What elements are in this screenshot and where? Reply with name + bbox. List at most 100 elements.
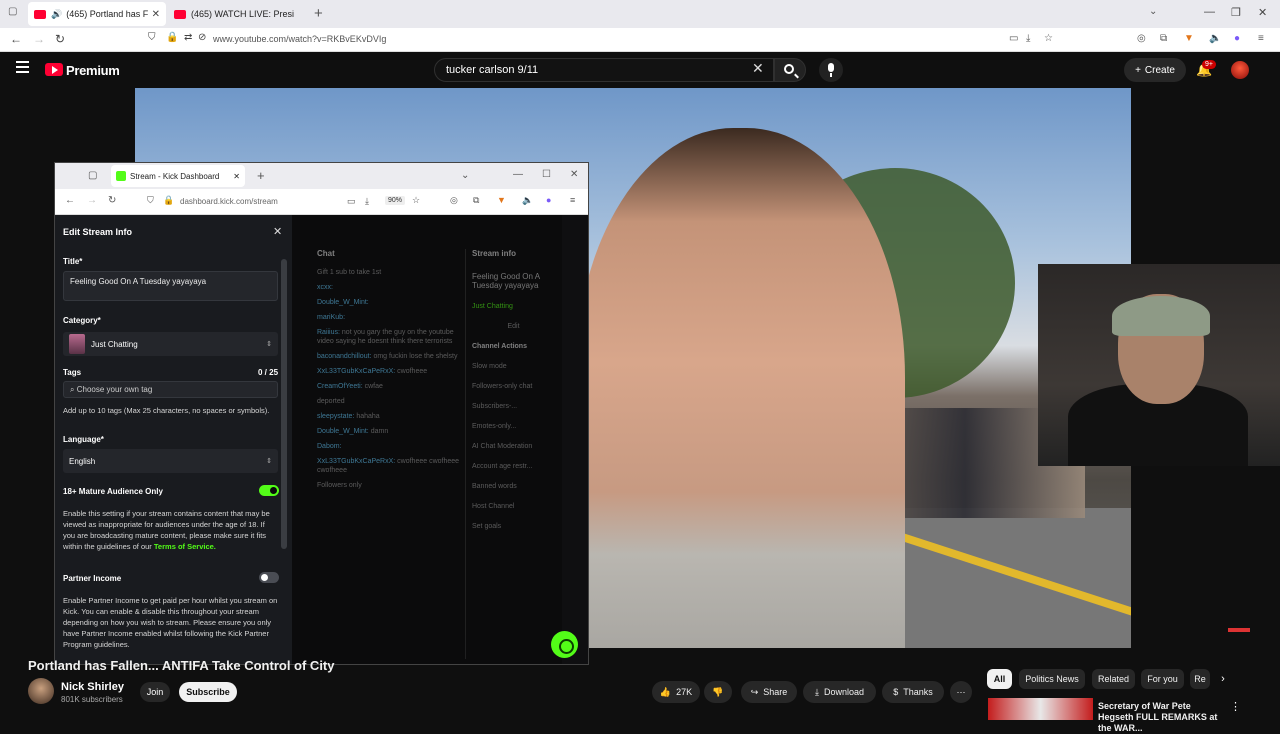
- action-set-goals[interactable]: Set goals: [472, 523, 555, 530]
- menu-icon[interactable]: ≡: [1258, 33, 1264, 44]
- subscribe-button[interactable]: Subscribe: [179, 682, 237, 702]
- chip-related[interactable]: Related: [1092, 669, 1135, 689]
- more-icon[interactable]: ⋮: [1230, 700, 1241, 713]
- account-icon[interactable]: ◎: [450, 195, 458, 206]
- more-actions-button[interactable]: ⋯: [950, 681, 972, 703]
- save-icon[interactable]: ⤓: [365, 196, 369, 207]
- recommended-title[interactable]: Secretary of War Pete Hegseth FULL REMAR…: [1098, 701, 1222, 734]
- reload-icon[interactable]: ↻: [108, 195, 116, 206]
- tracking-icon[interactable]: ⊘: [198, 32, 206, 43]
- restore-icon[interactable]: ❐: [1231, 6, 1241, 19]
- close-window-icon[interactable]: ✕: [1258, 6, 1267, 19]
- chip-all[interactable]: All: [987, 669, 1012, 689]
- account-icon[interactable]: ◎: [1137, 33, 1146, 44]
- mature-toggle[interactable]: [259, 485, 279, 496]
- search-box[interactable]: [434, 58, 774, 82]
- tab-list-icon[interactable]: ▢: [8, 6, 17, 17]
- tab-watch-live[interactable]: (465) WATCH LIVE: President Tr...: [168, 2, 300, 26]
- extension-blob-icon[interactable]: ●: [1234, 33, 1240, 44]
- permissions-icon[interactable]: ⇄: [184, 32, 192, 43]
- kick-url-field[interactable]: dashboard.kick.com/stream: [180, 197, 278, 206]
- back-icon[interactable]: ←: [65, 195, 75, 206]
- action-slow-mode[interactable]: Slow mode: [472, 363, 555, 370]
- create-button[interactable]: + Create: [1124, 58, 1186, 82]
- chevron-down-icon[interactable]: ⌄: [1149, 6, 1157, 17]
- minimize-icon[interactable]: —: [1204, 6, 1215, 18]
- search-button[interactable]: [774, 58, 806, 82]
- extension-blob-icon[interactable]: ●: [546, 195, 551, 205]
- hamburger-menu-icon[interactable]: [16, 61, 29, 76]
- action-account-age[interactable]: Account age restr...: [472, 463, 555, 470]
- shield-icon[interactable]: ⛉: [147, 195, 154, 206]
- back-icon[interactable]: ←: [10, 32, 22, 46]
- action-host-channel[interactable]: Host Channel: [472, 503, 555, 510]
- join-button[interactable]: Join: [140, 682, 170, 702]
- forward-icon[interactable]: →: [33, 32, 45, 46]
- sound-icon[interactable]: 🔈: [1209, 33, 1221, 44]
- youtube-brand[interactable]: Premium: [66, 63, 120, 78]
- chevron-down-icon[interactable]: ⌄: [461, 170, 469, 181]
- tab-kick-dashboard[interactable]: Stream - Kick Dashboard ✕: [111, 165, 245, 187]
- reader-icon[interactable]: ▭: [347, 196, 356, 207]
- tags-input[interactable]: ⌕ Choose your own tag: [63, 381, 278, 398]
- recommended-thumbnail[interactable]: [988, 698, 1093, 720]
- extensions-icon[interactable]: ⧉: [473, 195, 479, 206]
- account-avatar[interactable]: [1231, 61, 1249, 79]
- channel-avatar[interactable]: [28, 678, 54, 704]
- thanks-button[interactable]: $ Thanks: [882, 681, 944, 703]
- youtube-logo-icon[interactable]: [45, 63, 63, 76]
- new-tab-icon[interactable]: +: [257, 168, 265, 183]
- url-field[interactable]: www.youtube.com/watch?v=RKBvEKvDVIg: [213, 34, 386, 44]
- action-ai-moderation[interactable]: AI Chat Moderation: [472, 443, 555, 450]
- share-button[interactable]: ↪ Share: [741, 681, 797, 703]
- bookmark-star-icon[interactable]: ☆: [1044, 33, 1053, 44]
- sound-icon[interactable]: 🔈: [522, 195, 533, 206]
- reload-icon[interactable]: ↻: [55, 32, 65, 46]
- close-tab-icon[interactable]: ✕: [233, 172, 240, 181]
- chip-for-you[interactable]: For you: [1141, 669, 1184, 689]
- metamask-icon[interactable]: ▼: [1184, 33, 1194, 44]
- restore-icon[interactable]: ☐: [542, 169, 551, 180]
- tab-list-icon[interactable]: ▢: [88, 170, 97, 181]
- stream-info-edit-button[interactable]: Edit: [472, 323, 555, 330]
- kick-support-button[interactable]: [551, 631, 578, 658]
- extensions-icon[interactable]: ⧉: [1160, 33, 1167, 44]
- modal-scrollbar[interactable]: [281, 259, 287, 549]
- save-icon[interactable]: ⤓: [1026, 33, 1030, 44]
- chip-recently-uploaded[interactable]: Re: [1190, 669, 1210, 689]
- dislike-button[interactable]: 👎: [704, 681, 732, 703]
- menu-icon[interactable]: ≡: [570, 195, 575, 205]
- new-tab-icon[interactable]: +: [314, 5, 323, 22]
- minimize-icon[interactable]: —: [513, 169, 523, 180]
- category-select[interactable]: Just Chatting ⇕: [63, 332, 278, 356]
- channel-name[interactable]: Nick Shirley: [61, 681, 124, 693]
- download-button[interactable]: ⤓ Download: [803, 681, 876, 703]
- like-button[interactable]: 👍 27K: [652, 681, 700, 703]
- voice-search-icon[interactable]: [819, 58, 843, 82]
- chip-politics-news[interactable]: Politics News: [1019, 669, 1085, 689]
- shield-icon[interactable]: ⛉: [148, 32, 156, 43]
- action-banned-words[interactable]: Banned words: [472, 483, 555, 490]
- metamask-icon[interactable]: ▼: [497, 195, 506, 205]
- bookmark-star-icon[interactable]: ☆: [412, 195, 420, 206]
- tab-portland[interactable]: 🔊 (465) Portland has Fallen... ✕: [28, 2, 166, 26]
- clear-search-icon[interactable]: ✕: [752, 60, 764, 77]
- close-icon[interactable]: ✕: [273, 225, 282, 238]
- lock-icon[interactable]: 🔒: [163, 195, 174, 206]
- language-select[interactable]: English ⇕: [63, 449, 278, 473]
- action-subscribers-only[interactable]: Subscribers-...: [472, 403, 555, 410]
- search-input[interactable]: [446, 64, 746, 76]
- close-tab-icon[interactable]: ✕: [152, 9, 160, 20]
- speaker-icon[interactable]: 🔊: [51, 9, 62, 20]
- close-window-icon[interactable]: ✕: [570, 169, 578, 180]
- lock-icon[interactable]: 🔒: [166, 32, 178, 43]
- title-field[interactable]: Feeling Good On A Tuesday yayayaya: [63, 271, 278, 301]
- zoom-level[interactable]: 90%: [385, 196, 406, 205]
- action-emotes-only[interactable]: Emotes-only...: [472, 423, 555, 430]
- forward-icon[interactable]: →: [87, 195, 97, 206]
- partner-income-toggle[interactable]: [259, 572, 279, 583]
- terms-of-service-link[interactable]: Terms of Service.: [154, 542, 216, 551]
- action-followers-only[interactable]: Followers-only chat: [472, 383, 555, 390]
- chevron-right-icon[interactable]: ›: [1214, 669, 1232, 689]
- reader-icon[interactable]: ▭: [1009, 33, 1018, 44]
